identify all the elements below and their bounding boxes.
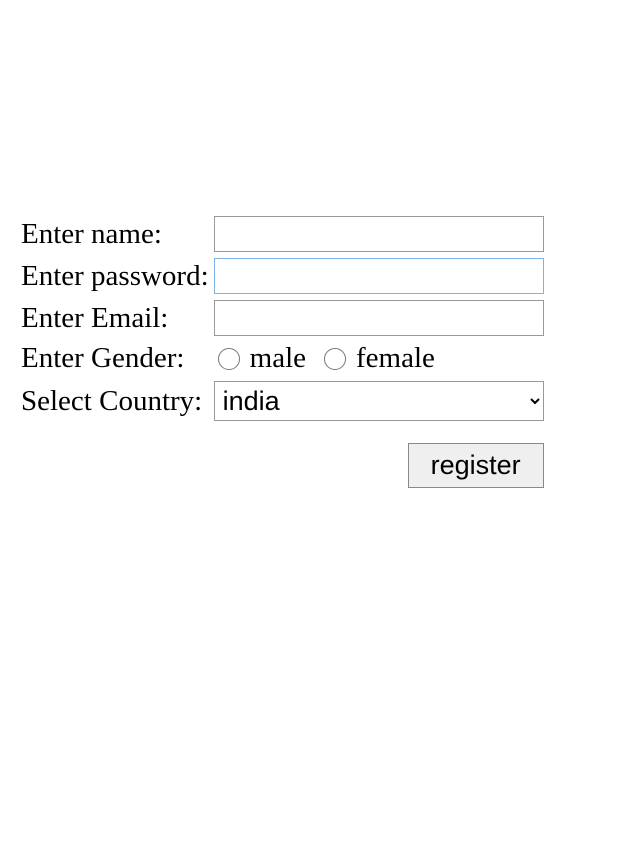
password-input[interactable]: [214, 258, 544, 294]
password-label: Enter password:: [21, 258, 211, 294]
gender-female-radio[interactable]: [324, 348, 346, 370]
gender-row: Enter Gender: male female: [21, 342, 544, 375]
name-label: Enter name:: [21, 216, 211, 252]
name-row: Enter name:: [21, 216, 544, 252]
country-select[interactable]: india: [214, 381, 544, 421]
email-input[interactable]: [214, 300, 544, 336]
email-row: Enter Email:: [21, 300, 544, 336]
password-row: Enter password:: [21, 258, 544, 294]
country-row: Select Country: india: [21, 381, 544, 421]
gender-radio-group: male female: [214, 342, 544, 375]
gender-female-label: female: [356, 342, 435, 375]
submit-row: register: [21, 427, 544, 488]
register-button[interactable]: register: [408, 443, 544, 488]
registration-form: Enter name: Enter password: Enter Email:…: [0, 0, 640, 494]
name-input[interactable]: [214, 216, 544, 252]
email-label: Enter Email:: [21, 300, 211, 336]
form-table: Enter name: Enter password: Enter Email:…: [18, 210, 547, 494]
gender-label: Enter Gender:: [21, 342, 211, 375]
gender-male-radio[interactable]: [218, 348, 240, 370]
gender-male-label: male: [250, 342, 306, 375]
country-label: Select Country:: [21, 381, 211, 421]
